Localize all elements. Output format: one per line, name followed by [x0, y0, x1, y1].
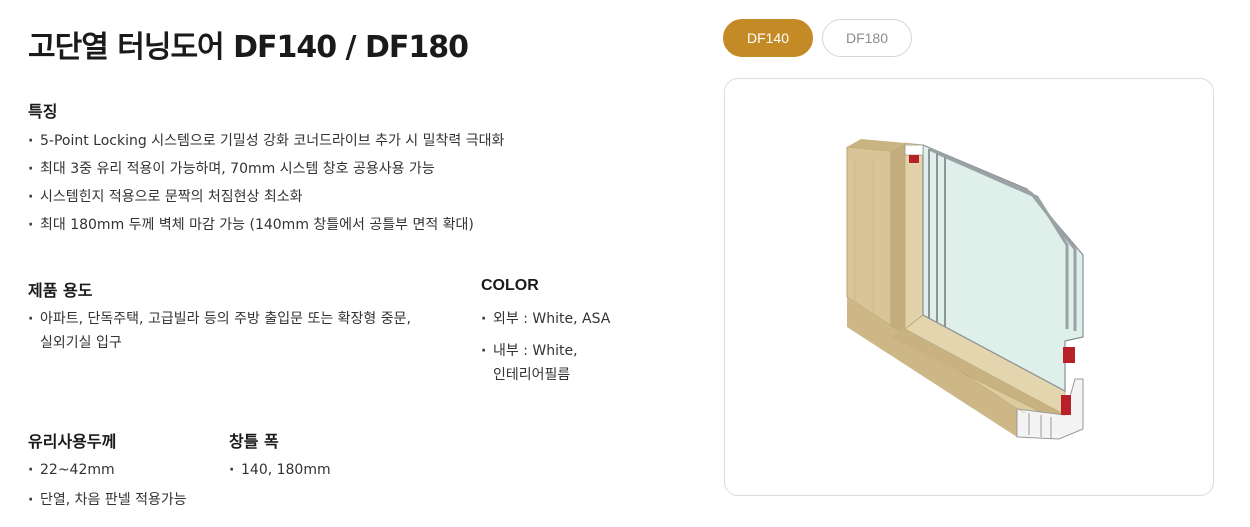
list-item: 22~42mm — [28, 455, 187, 485]
list-item: 단열, 차음 판넬 적용가능 — [28, 485, 187, 515]
color-heading: COLOR — [481, 277, 539, 294]
color-inner-line-2: 인테리어필름 — [493, 367, 571, 383]
list-item: 아파트, 단독주택, 고급빌라 등의 주방 출입문 또는 확장형 중문, 실외기… — [28, 307, 458, 355]
frame-heading: 창틀 폭 — [229, 432, 279, 451]
list-item: 5-Point Locking 시스템으로 기밀성 강화 코너드라이브 추가 시… — [28, 127, 504, 155]
list-item: 외부 : White, ASA — [481, 307, 681, 331]
tab-df140[interactable]: DF140 — [723, 19, 813, 57]
color-inner-line-1: 내부 : White, — [493, 343, 578, 359]
color-list: 외부 : White, ASA 내부 : White, 인테리어필름 — [481, 307, 681, 395]
list-item: 내부 : White, 인테리어필름 — [481, 339, 681, 387]
frame-list: 140, 180mm — [229, 455, 331, 485]
door-frame-cross-section-illustration — [846, 139, 1084, 440]
list-item: 140, 180mm — [229, 455, 331, 485]
features-list: 5-Point Locking 시스템으로 기밀성 강화 코너드라이브 추가 시… — [28, 127, 504, 239]
usage-line-2: 실외기실 입구 — [40, 335, 122, 351]
usage-heading: 제품 용도 — [28, 281, 93, 300]
list-item: 시스템힌지 적용으로 문짝의 처짐현상 최소화 — [28, 183, 504, 211]
features-heading: 특징 — [28, 102, 58, 121]
product-image-panel — [724, 78, 1214, 496]
tab-df180[interactable]: DF180 — [822, 19, 912, 57]
model-tabs: DF140 DF180 — [723, 19, 912, 57]
glass-list: 22~42mm 단열, 차음 판넬 적용가능 — [28, 455, 187, 515]
glass-heading: 유리사용두께 — [28, 432, 117, 451]
list-item: 최대 3중 유리 적용이 가능하며, 70mm 시스템 창호 공용사용 가능 — [28, 155, 504, 183]
list-item: 최대 180mm 두께 벽체 마감 가능 (140mm 창틀에서 공틀부 면적 … — [28, 211, 504, 239]
page-title: 고단열 터닝도어 DF140 / DF180 — [28, 30, 469, 65]
usage-line-1: 아파트, 단독주택, 고급빌라 등의 주방 출입문 또는 확장형 중문, — [40, 311, 411, 327]
usage-list: 아파트, 단독주택, 고급빌라 등의 주방 출입문 또는 확장형 중문, 실외기… — [28, 307, 458, 363]
